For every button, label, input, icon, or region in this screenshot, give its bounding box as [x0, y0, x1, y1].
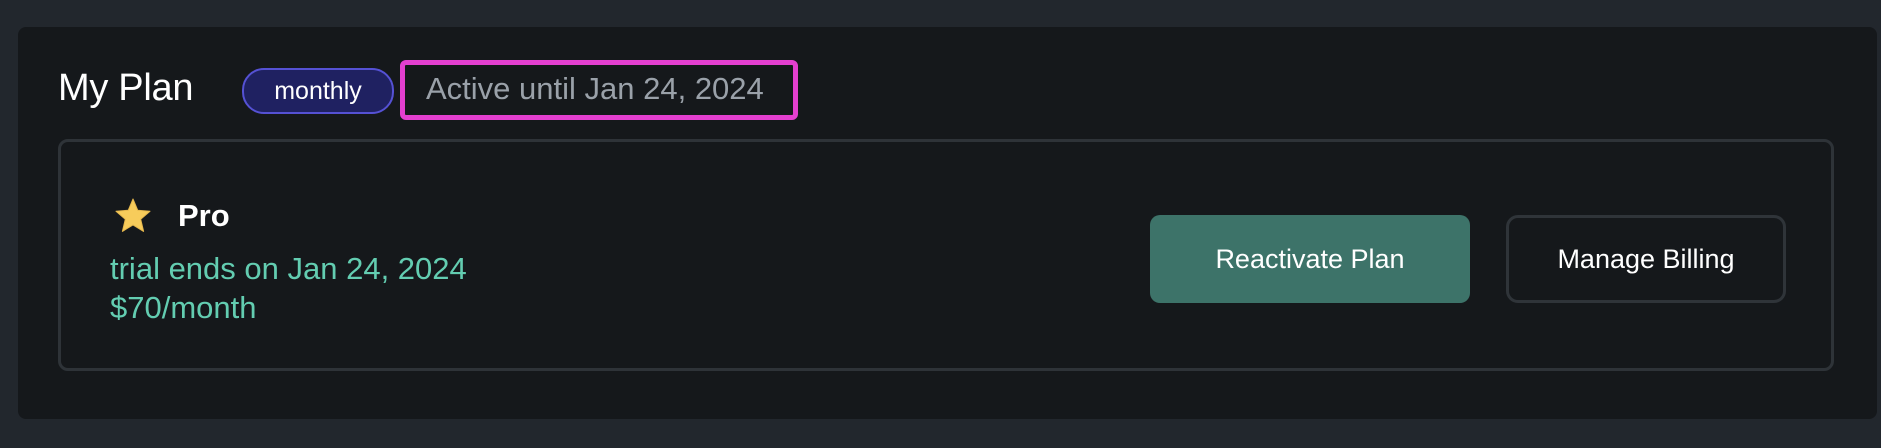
billing-period-badge: monthly: [242, 68, 394, 114]
plan-price: $70/month: [110, 290, 257, 325]
manage-billing-button[interactable]: Manage Billing: [1506, 215, 1786, 303]
plan-tier-name: Pro: [178, 198, 230, 233]
my-plan-panel: My Plan monthly Active until Jan 24, 202…: [18, 27, 1877, 419]
star-icon: [115, 198, 151, 232]
trial-end-text: trial ends on Jan 24, 2024: [110, 251, 467, 286]
plan-status-text: Active until Jan 24, 2024: [426, 71, 764, 106]
page-title: My Plan: [58, 67, 194, 109]
reactivate-plan-button[interactable]: Reactivate Plan: [1150, 215, 1470, 303]
